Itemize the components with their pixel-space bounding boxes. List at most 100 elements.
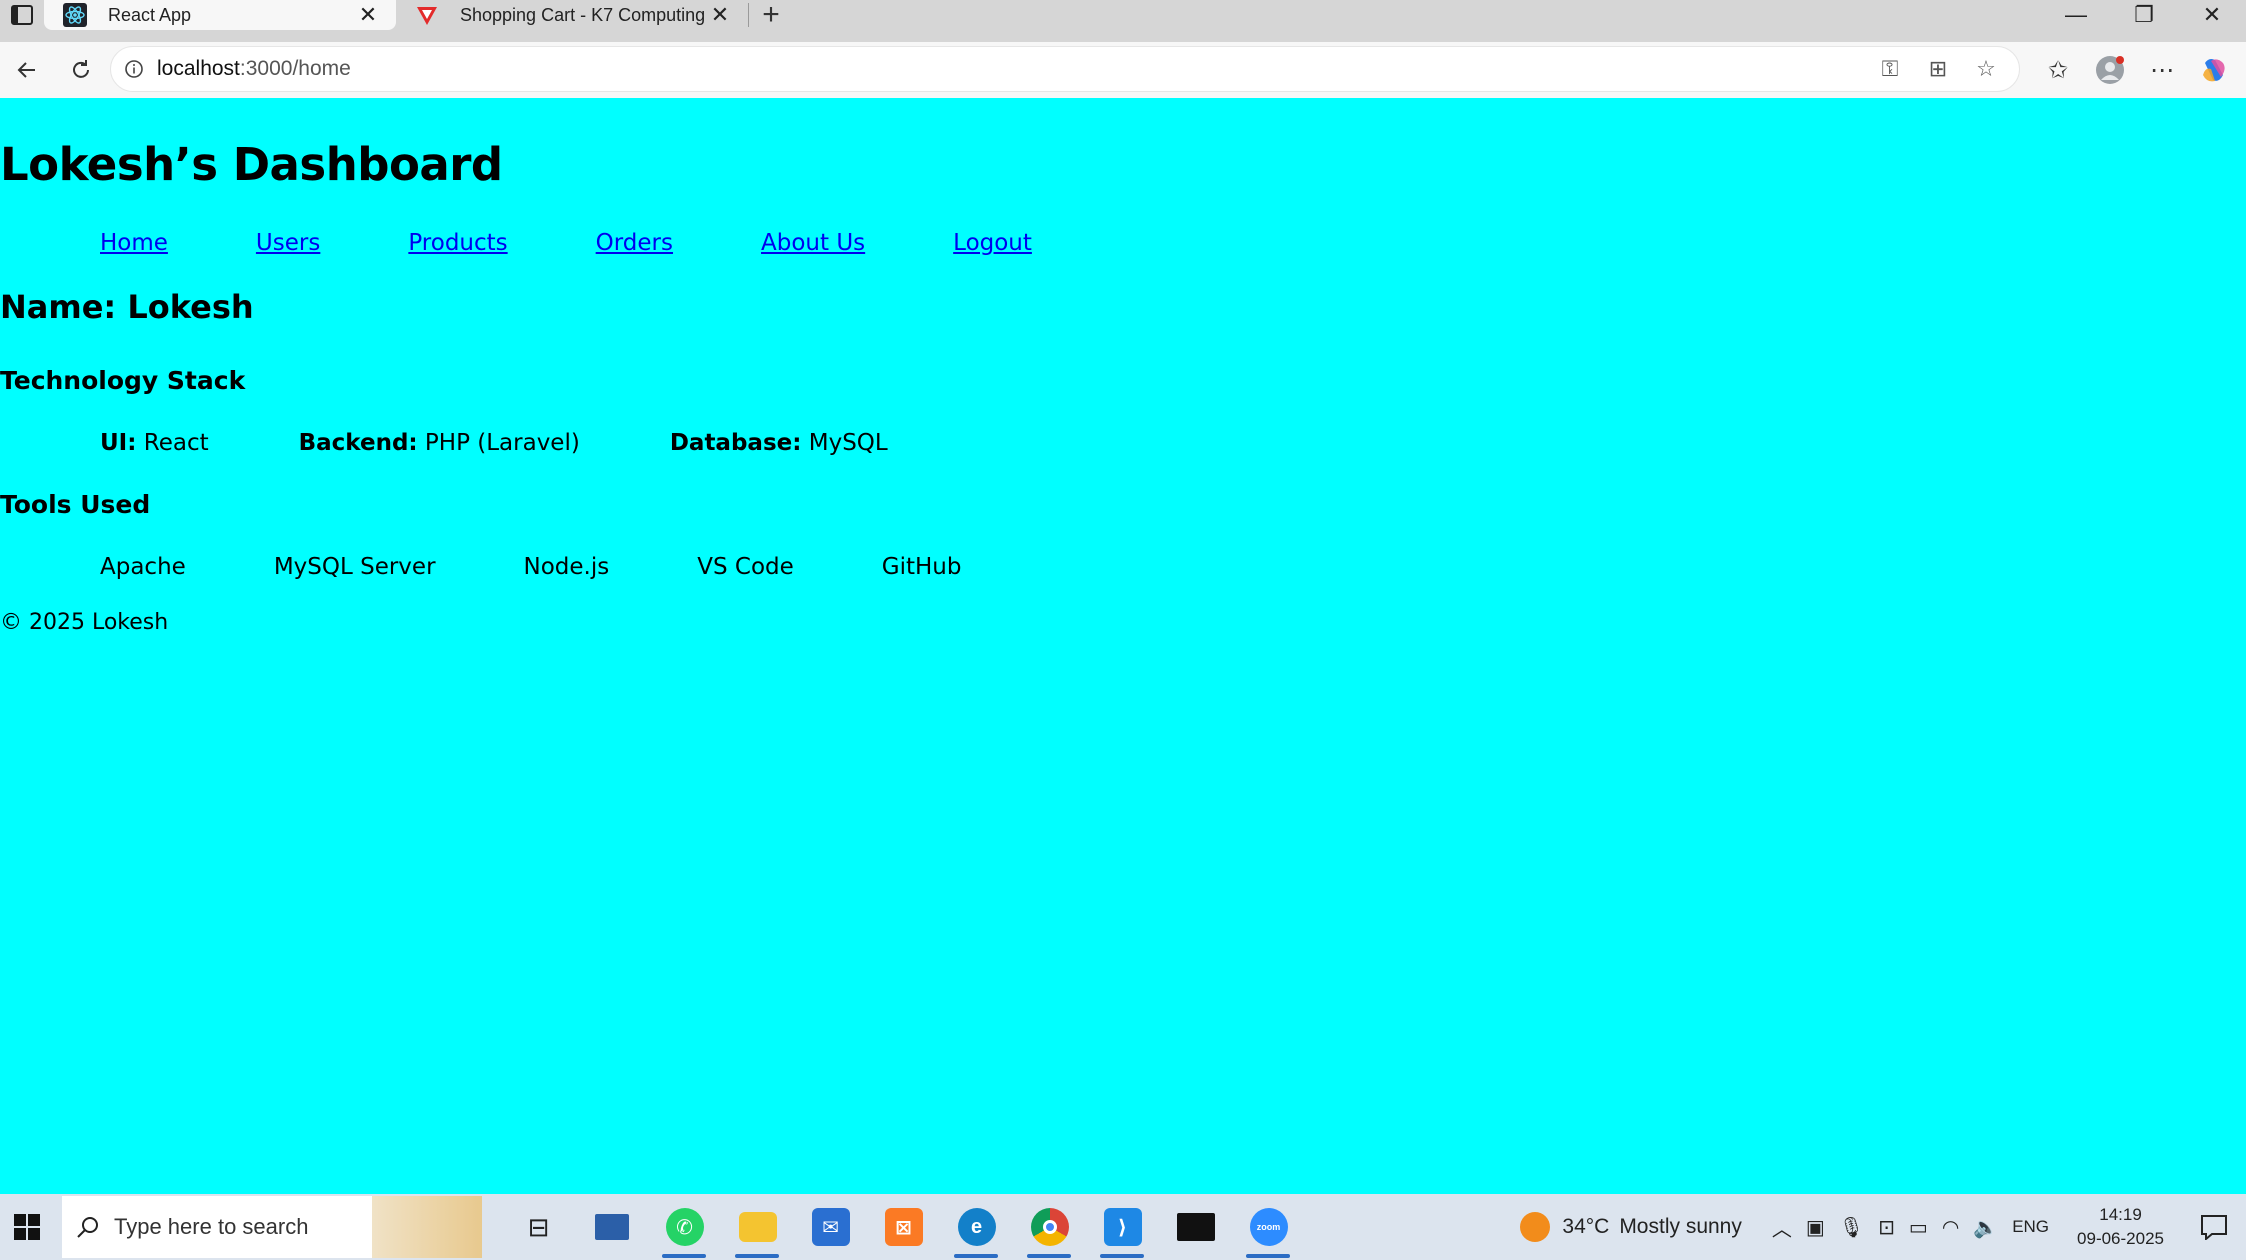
task-view-icon: ⊟: [527, 1211, 550, 1242]
terminal-icon: [1176, 1213, 1215, 1241]
language-indicator[interactable]: ENG: [2012, 1217, 2049, 1237]
restore-icon[interactable]: ❐: [2110, 0, 2178, 30]
close-tab-icon[interactable]: ✕: [706, 1, 734, 29]
chrome-icon: [1030, 1208, 1069, 1246]
taskbar-app-whatsapp[interactable]: ✆: [648, 1194, 721, 1260]
wifi-icon[interactable]: ◠: [1942, 1215, 1959, 1240]
tools-list: Apache MySQL Server Node.js VS Code GitH…: [100, 554, 1049, 580]
chevron-up-icon[interactable]: ︿: [1772, 1213, 1792, 1242]
taskbar-app-windows[interactable]: [575, 1194, 648, 1260]
search-placeholder: Type here to search: [114, 1214, 309, 1239]
nav-link-about-us[interactable]: About Us: [761, 230, 865, 256]
clock[interactable]: 14:19 09-06-2025: [2077, 1203, 2164, 1251]
tab-title: Shopping Cart - K7 Computing: [460, 4, 706, 25]
user-name-heading: Name: Lokesh: [0, 288, 254, 326]
battery-icon[interactable]: ▭: [1909, 1215, 1928, 1240]
refresh-icon: [73, 60, 89, 78]
close-window-icon[interactable]: ✕: [2178, 0, 2246, 30]
window-controls: — ❐ ✕: [2042, 0, 2246, 30]
tool-item: MySQL Server: [273, 554, 436, 580]
page-content: Lokesh’s Dashboard Home Users Products O…: [0, 98, 2246, 1194]
taskbar-app-file-explorer[interactable]: [721, 1194, 794, 1260]
page-title: Lokesh’s Dashboard: [0, 138, 503, 191]
nav-link-logout[interactable]: Logout: [953, 230, 1032, 256]
more-options-icon[interactable]: ⋯: [2140, 48, 2184, 92]
browser-toolbar: localhost:3000/home ⚿ ⊞ ☆ ✩ ⋯: [0, 42, 2246, 98]
taskbar-app-edge[interactable]: e: [940, 1194, 1013, 1260]
volume-icon[interactable]: 🔈: [1973, 1215, 1998, 1240]
tech-stack-list: UI: React Backend: PHP (Laravel) Databas…: [100, 430, 978, 456]
folder-icon: [738, 1212, 777, 1242]
close-tab-icon[interactable]: ✕: [354, 1, 382, 29]
tech-item-ui: UI: React: [100, 430, 209, 456]
taskbar-search-box[interactable]: Type here to search: [62, 1196, 482, 1258]
clock-date: 09-06-2025: [2077, 1229, 2164, 1248]
mail-icon: ✉: [811, 1208, 850, 1246]
k7-favicon-icon: [414, 2, 440, 28]
tab-react-app[interactable]: React App ✕: [44, 0, 396, 30]
nav-link-orders[interactable]: Orders: [596, 230, 673, 256]
refresh-button[interactable]: [54, 45, 108, 95]
start-button[interactable]: [0, 1194, 54, 1260]
tab-shopping-cart[interactable]: Shopping Cart - K7 Computing ✕: [396, 0, 748, 30]
clock-time: 14:19: [2099, 1205, 2142, 1224]
tool-item: Node.js: [523, 554, 610, 580]
page-footer: © 2025 Lokesh: [0, 610, 169, 635]
react-favicon-icon: [62, 2, 88, 28]
notification-center-icon[interactable]: [2194, 1207, 2234, 1247]
tab-title: React App: [108, 4, 192, 25]
edge-icon: e: [957, 1208, 996, 1246]
vscode-icon: ⟩: [1103, 1208, 1142, 1246]
tool-item: VS Code: [697, 554, 794, 580]
taskbar-app-terminal[interactable]: [1159, 1194, 1232, 1260]
taskbar-app-xampp[interactable]: ⊠: [867, 1194, 940, 1260]
url-text: localhost:3000/home: [157, 57, 351, 80]
tech-item-database: Database: MySQL: [669, 430, 888, 456]
site-info-icon[interactable]: [111, 59, 157, 79]
search-highlight-image: [372, 1196, 482, 1258]
favorites-icon[interactable]: ✩: [2036, 48, 2080, 92]
task-view-button[interactable]: ⊟: [502, 1194, 575, 1260]
meet-now-icon[interactable]: ▣: [1806, 1215, 1825, 1240]
camera-icon[interactable]: ⊡: [1878, 1215, 1895, 1240]
xampp-icon: ⊠: [884, 1208, 923, 1246]
tech-item-backend: Backend: PHP (Laravel): [298, 430, 580, 456]
favorite-star-icon[interactable]: ☆: [1969, 52, 2003, 86]
tool-item: GitHub: [881, 554, 962, 580]
browser-tab-bar: React App ✕ Shopping Cart - K7 Computing…: [0, 0, 2246, 42]
zoom-icon: zoom: [1249, 1208, 1288, 1246]
tools-heading: Tools Used: [0, 490, 151, 519]
back-button[interactable]: [0, 45, 54, 95]
taskbar-app-chrome[interactable]: [1013, 1194, 1086, 1260]
address-bar[interactable]: localhost:3000/home ⚿ ⊞ ☆: [110, 46, 2020, 92]
microphone-icon[interactable]: 🎙: [1839, 1215, 1864, 1240]
weather-text: Mostly sunny: [1619, 1215, 1742, 1238]
tool-item: Apache: [100, 554, 186, 580]
copilot-icon[interactable]: [2192, 48, 2236, 92]
nav-link-users[interactable]: Users: [256, 230, 320, 256]
tab-actions-icon[interactable]: [0, 0, 44, 30]
windows-taskbar: Type here to search ⊟ ✆ ✉ ⊠ e ⟩ zoom 34°…: [0, 1194, 2246, 1260]
nav-link-home[interactable]: Home: [100, 230, 168, 256]
minimize-icon[interactable]: —: [2042, 0, 2110, 30]
taskbar-app-vscode[interactable]: ⟩: [1086, 1194, 1159, 1260]
new-tab-button[interactable]: +: [749, 0, 793, 31]
taskbar-apps: ⊟ ✆ ✉ ⊠ e ⟩ zoom: [502, 1194, 1305, 1260]
tech-stack-heading: Technology Stack: [0, 366, 246, 395]
app-available-icon[interactable]: ⊞: [1921, 52, 1955, 86]
back-arrow-icon: [17, 62, 35, 78]
system-tray: 34°C Mostly sunny ︿ ▣ 🎙 ⊡ ▭ ◠ 🔈 ENG 14:1…: [1520, 1194, 2246, 1260]
sun-icon: [1520, 1212, 1551, 1242]
weather-widget[interactable]: 34°C Mostly sunny: [1520, 1212, 1742, 1242]
main-nav: Home Users Products Orders About Us Logo…: [100, 230, 1120, 256]
nav-link-products[interactable]: Products: [408, 230, 507, 256]
password-key-icon[interactable]: ⚿: [1873, 52, 1907, 86]
weather-temp: 34°C: [1562, 1215, 1610, 1238]
search-icon: [77, 1217, 98, 1238]
profile-avatar-icon[interactable]: [2088, 48, 2132, 92]
whatsapp-icon: ✆: [665, 1208, 704, 1246]
window-app-icon: [594, 1214, 629, 1240]
taskbar-app-zoom[interactable]: zoom: [1232, 1194, 1305, 1260]
windows-logo-icon: [14, 1214, 40, 1240]
taskbar-app-mail[interactable]: ✉: [794, 1194, 867, 1260]
